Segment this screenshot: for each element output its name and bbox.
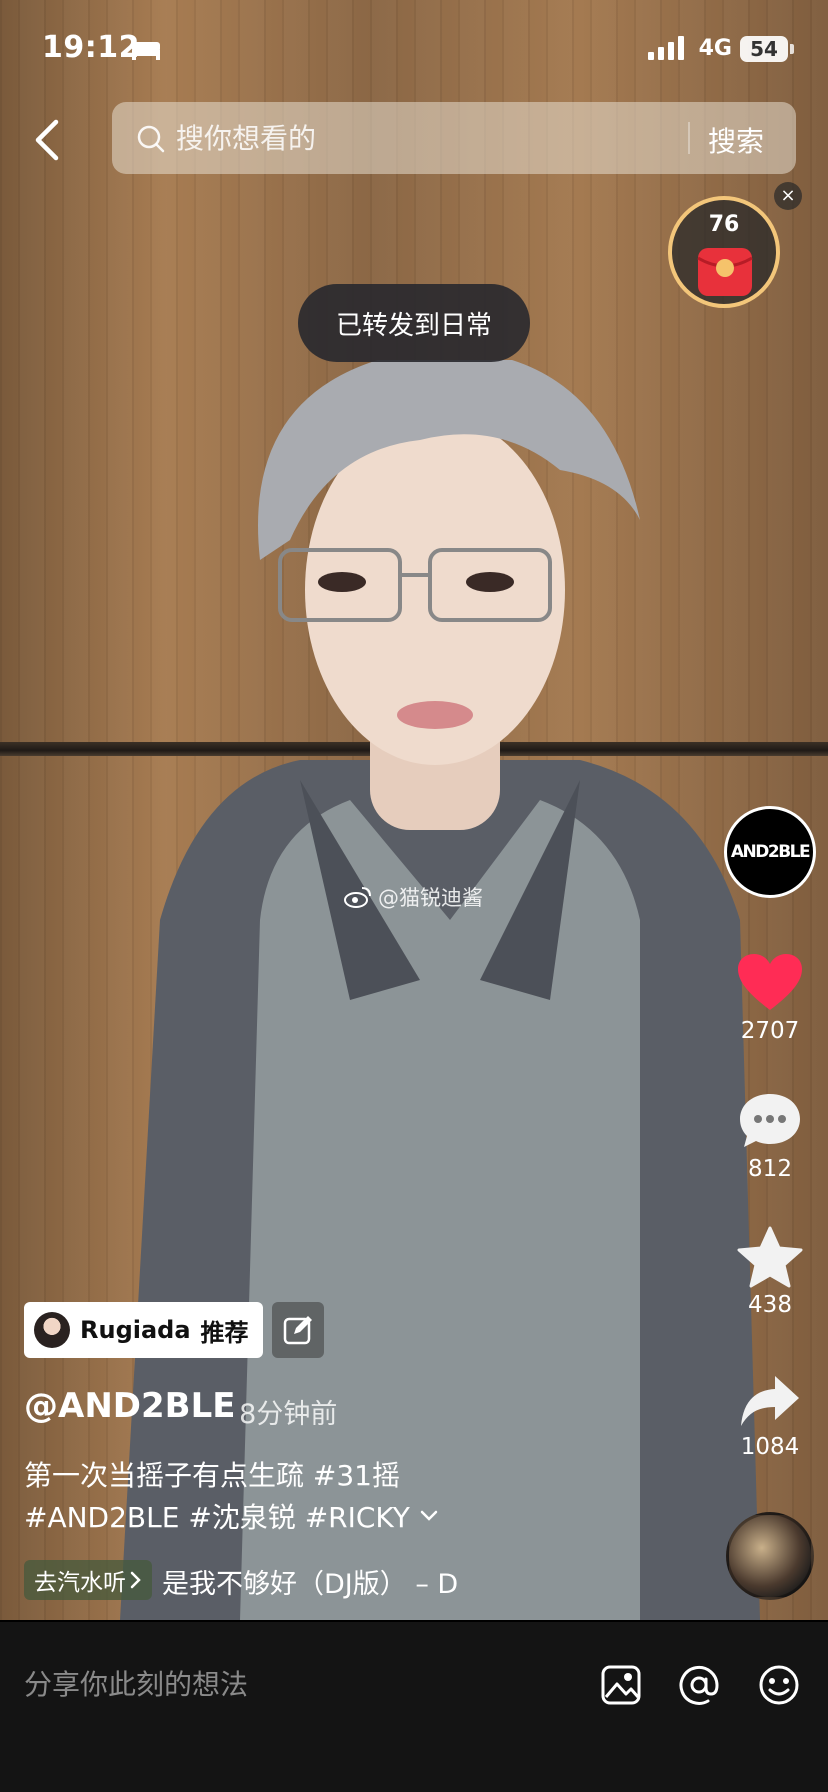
cellular-signal-icon: [648, 36, 684, 60]
status-bar: 19:12 4G 54: [0, 0, 828, 98]
comment-input[interactable]: [24, 1664, 564, 1704]
red-packet-widget[interactable]: 76: [668, 196, 780, 308]
like-button[interactable]: 2707: [724, 952, 816, 1044]
description-line-1: 第一次当摇子有点生疏 #31摇: [24, 1459, 400, 1492]
mention-icon[interactable]: [678, 1664, 720, 1706]
music-disc[interactable]: [726, 1512, 814, 1600]
edit-button[interactable]: [272, 1302, 324, 1358]
description-hashtags[interactable]: #AND2BLE #沈泉锐 #RICKY: [24, 1496, 410, 1536]
sleep-focus-icon: [132, 42, 160, 60]
music-title[interactable]: 是我不够好（DJ版） – D: [162, 1562, 458, 1601]
share-count: 1084: [740, 1434, 800, 1460]
red-packet-count: 76: [708, 212, 740, 237]
favorite-count: 438: [748, 1292, 792, 1318]
share-button[interactable]: 1084: [724, 1372, 816, 1460]
recommender-avatar: [34, 1312, 70, 1348]
music-app-tag[interactable]: 去汽水听: [24, 1560, 152, 1600]
comment-button[interactable]: 812: [724, 1090, 816, 1182]
watermark-text: @猫锐迪酱: [378, 886, 483, 910]
share-arrow-icon: [741, 1376, 799, 1426]
music-tag-label: 去汽水听: [34, 1570, 126, 1596]
recommender-name: Rugiada: [80, 1316, 191, 1344]
status-time: 19:12: [42, 30, 140, 65]
search-input[interactable]: [176, 120, 676, 156]
person-figure: [120, 360, 760, 1620]
network-type: 4G: [698, 36, 732, 61]
comment-bubble-icon: [740, 1094, 800, 1147]
search-button[interactable]: 搜索: [708, 120, 764, 160]
recommend-badge[interactable]: Rugiada 推荐: [24, 1302, 263, 1358]
heart-icon: [738, 954, 802, 1010]
comment-composer: [0, 1620, 828, 1792]
battery-icon: 54: [740, 36, 794, 62]
search-bar[interactable]: 搜索: [112, 102, 796, 174]
author-name[interactable]: @AND2BLE: [24, 1386, 235, 1426]
weibo-watermark: @猫锐迪酱: [344, 882, 483, 912]
weibo-icon: [344, 887, 371, 908]
expand-chevron-icon[interactable]: [420, 1510, 438, 1522]
red-packet-icon: [697, 248, 753, 296]
chevron-right-icon: [130, 1571, 141, 1589]
edit-icon: [283, 1316, 312, 1345]
back-chevron-icon[interactable]: [28, 116, 68, 164]
emoji-icon[interactable]: [758, 1664, 800, 1706]
post-time: · 8分钟前: [222, 1399, 338, 1430]
red-packet-close-button[interactable]: ×: [774, 182, 802, 210]
author-avatar[interactable]: AND2BLE: [724, 806, 816, 898]
recommend-label: 推荐: [200, 1318, 249, 1347]
favorite-button[interactable]: 438: [724, 1226, 816, 1318]
description-line-2: #AND2BLE #沈泉锐 #RICKY: [24, 1496, 438, 1536]
like-count: 2707: [740, 1018, 800, 1044]
image-icon[interactable]: [600, 1664, 642, 1706]
search-icon: [137, 125, 165, 153]
star-icon: [737, 1226, 803, 1288]
search-divider: [688, 122, 690, 154]
toast-message: 已转发到日常: [298, 284, 530, 362]
comment-count: 812: [748, 1156, 792, 1182]
